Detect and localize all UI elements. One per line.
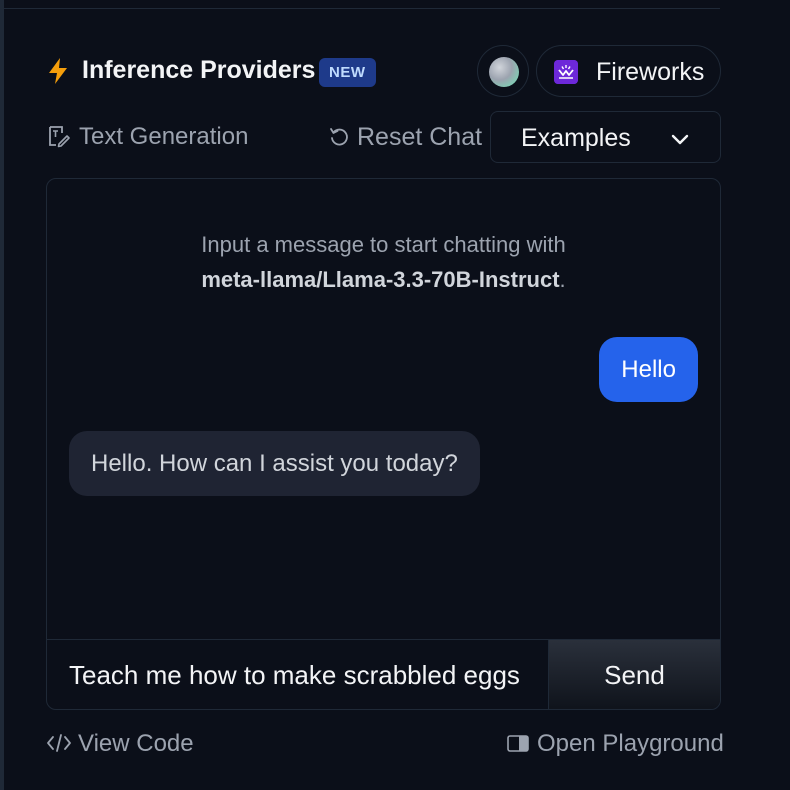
assistant-message: Hello. How can I assist you today? bbox=[69, 431, 480, 496]
widget-footer: View Code Open Playground bbox=[46, 728, 724, 760]
model-name: meta-llama/Llama-3.3-70B-Instruct bbox=[201, 267, 560, 292]
chat-panel: Input a message to start chatting with m… bbox=[46, 178, 721, 710]
widget-header: Inference Providers NEW Fireworks bbox=[46, 45, 721, 97]
code-icon bbox=[47, 734, 71, 752]
chevron-down-icon bbox=[671, 134, 689, 145]
user-avatar-button[interactable] bbox=[477, 45, 529, 97]
open-playground-link[interactable]: Open Playground bbox=[537, 730, 724, 758]
avatar-icon bbox=[489, 57, 519, 87]
chat-toolbar: Text Generation Reset Chat Examples bbox=[46, 111, 721, 163]
text-generation-icon bbox=[49, 126, 70, 148]
widget-title: Inference Providers bbox=[82, 56, 316, 84]
bolt-icon bbox=[49, 58, 67, 84]
chat-input[interactable] bbox=[47, 640, 548, 709]
intro-suffix: . bbox=[559, 267, 566, 292]
divider bbox=[0, 8, 720, 9]
provider-selector[interactable]: Fireworks bbox=[536, 45, 721, 97]
intro-model-line: meta-llama/Llama-3.3-70B-Instruct. bbox=[47, 262, 720, 297]
user-message: Hello bbox=[599, 337, 698, 402]
panel-border bbox=[0, 0, 4, 790]
inference-widget: Inference Providers NEW Fireworks Text G… bbox=[0, 0, 790, 790]
open-playground-icon bbox=[507, 735, 529, 752]
reset-chat-button[interactable]: Reset Chat bbox=[357, 123, 482, 152]
examples-dropdown[interactable]: Examples bbox=[490, 111, 721, 163]
view-code-link[interactable]: View Code bbox=[78, 730, 194, 758]
fireworks-logo-icon bbox=[554, 60, 578, 84]
task-label: Text Generation bbox=[79, 123, 249, 150]
new-badge: NEW bbox=[319, 58, 376, 87]
reset-icon[interactable] bbox=[329, 126, 349, 148]
intro-text: Input a message to start chatting with bbox=[201, 232, 566, 257]
examples-label: Examples bbox=[521, 124, 631, 152]
provider-name: Fireworks bbox=[596, 58, 705, 86]
chat-input-bar: Send bbox=[47, 639, 720, 709]
send-button[interactable]: Send bbox=[548, 640, 720, 709]
chat-intro: Input a message to start chatting with m… bbox=[47, 227, 720, 297]
